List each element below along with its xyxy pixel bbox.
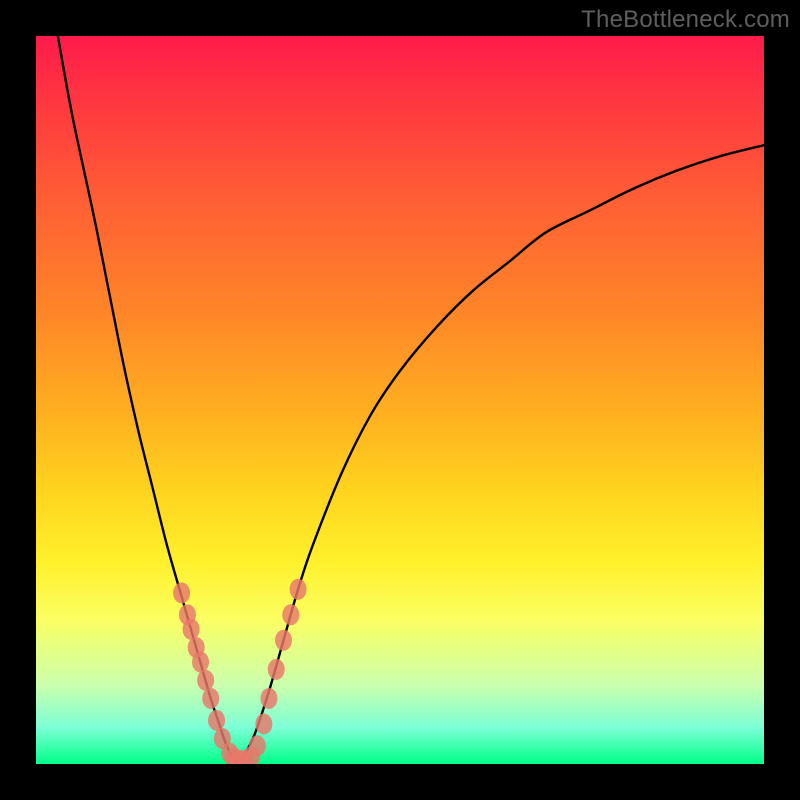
highlight-point bbox=[192, 652, 209, 673]
watermark-label: TheBottleneck.com bbox=[581, 6, 790, 34]
highlight-markers bbox=[173, 579, 306, 764]
curve-layer bbox=[36, 36, 764, 764]
highlight-point bbox=[202, 688, 219, 709]
highlight-point bbox=[275, 630, 292, 651]
highlight-point bbox=[183, 619, 200, 640]
highlight-point bbox=[173, 582, 190, 603]
highlight-point bbox=[197, 670, 214, 691]
highlight-point bbox=[255, 713, 272, 734]
left-curve bbox=[58, 36, 240, 764]
highlight-point bbox=[268, 659, 285, 680]
highlight-point bbox=[260, 688, 277, 709]
highlight-point bbox=[290, 579, 307, 600]
highlight-point bbox=[249, 735, 266, 756]
chart-frame: TheBottleneck.com bbox=[0, 0, 800, 800]
plot-area bbox=[36, 36, 764, 764]
highlight-point bbox=[208, 710, 225, 731]
right-curve bbox=[240, 145, 764, 764]
highlight-point bbox=[282, 604, 299, 625]
